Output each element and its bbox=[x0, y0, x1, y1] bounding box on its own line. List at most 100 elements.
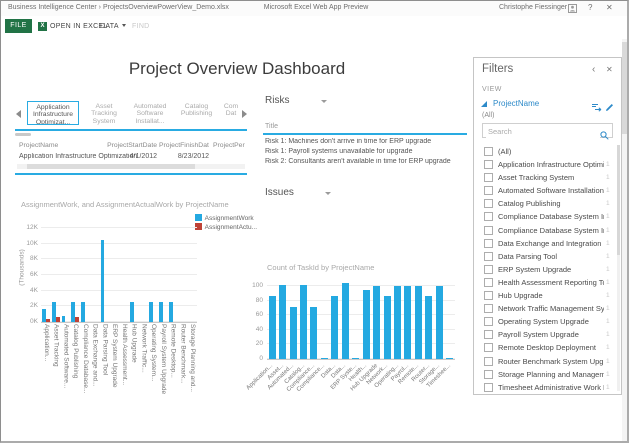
filter-list-scrollbar[interactable] bbox=[617, 145, 620, 391]
collapse-panel-icon[interactable]: ‹ bbox=[592, 64, 595, 75]
filter-checkbox[interactable] bbox=[484, 317, 493, 326]
tile-catalog-publishing[interactable]: Catalog Publishing bbox=[174, 101, 219, 125]
filter-checkbox[interactable] bbox=[484, 343, 493, 352]
filter-item-label[interactable]: Automated Software Installation bbox=[498, 186, 604, 195]
issues-header[interactable]: Issues bbox=[265, 187, 294, 198]
filter-item-label[interactable]: Application Infrastructure Optimization bbox=[498, 160, 604, 169]
tile-strip-scrollbar[interactable] bbox=[15, 133, 31, 136]
filter-checkbox[interactable] bbox=[484, 173, 493, 182]
table-horizontal-scrollbar[interactable] bbox=[17, 164, 245, 169]
filter-checkbox[interactable] bbox=[484, 278, 493, 287]
filter-item[interactable]: Data Exchange and Integration1 bbox=[474, 237, 617, 250]
filter-item-label[interactable]: Health Assessment Reporting Tool bbox=[498, 278, 604, 287]
filter-item[interactable]: Storage Planning and Management1 bbox=[474, 368, 617, 381]
filter-item-label[interactable]: Payroll System Upgrade bbox=[498, 330, 604, 339]
user-profile-icon[interactable] bbox=[568, 4, 577, 16]
filter-item-label[interactable]: Operating System Upgrade bbox=[498, 317, 604, 326]
chevron-down-icon[interactable] bbox=[321, 100, 327, 103]
filter-item[interactable]: Asset Tracking System1 bbox=[474, 171, 617, 184]
filter-item[interactable]: Application Infrastructure Optimization1 bbox=[474, 158, 617, 171]
column-header-projectname[interactable]: ProjectName bbox=[19, 142, 105, 149]
expand-filter-icon[interactable] bbox=[481, 101, 487, 107]
risks-header[interactable]: Risks bbox=[265, 95, 289, 106]
user-name[interactable]: Christophe Fiessinger bbox=[499, 4, 561, 11]
filter-item[interactable]: ERP System Upgrade1 bbox=[474, 263, 617, 276]
filter-item[interactable]: Catalog Publishing1 bbox=[474, 197, 617, 210]
file-menu-button[interactable]: FILE bbox=[5, 19, 32, 33]
filter-item[interactable]: Compliance Database System Implementatio… bbox=[474, 224, 617, 237]
filter-item-label[interactable]: Data Parsing Tool bbox=[498, 252, 604, 261]
filter-item[interactable]: Data Parsing Tool1 bbox=[474, 250, 617, 263]
filter-field-projectname[interactable]: ProjectName bbox=[493, 99, 539, 108]
tile-asset-tracking[interactable]: Asset Tracking System bbox=[83, 101, 125, 125]
tile-automated-software[interactable]: Automated Software Installat... bbox=[128, 101, 172, 125]
tile-scroll-right-icon[interactable] bbox=[242, 110, 247, 118]
tile-compliance-database[interactable]: Com Dat bbox=[221, 101, 241, 125]
help-icon[interactable]: ? bbox=[588, 3, 592, 13]
filter-item-label[interactable]: Router Benchmark System Upgrade bbox=[498, 357, 604, 366]
filter-item[interactable]: Hub Upgrade1 bbox=[474, 289, 617, 302]
filter-scrollbar-thumb[interactable] bbox=[617, 145, 620, 255]
filter-item[interactable]: Compliance Database System Implementatio… bbox=[474, 210, 617, 223]
open-in-excel-button[interactable]: OPEN IN EXCEL bbox=[50, 23, 108, 30]
filter-checkbox[interactable] bbox=[484, 239, 493, 248]
filter-checkbox[interactable] bbox=[484, 330, 493, 339]
filter-checkbox[interactable] bbox=[484, 147, 493, 156]
filter-item-label[interactable]: ERP System Upgrade bbox=[498, 265, 604, 274]
filter-checkbox[interactable] bbox=[484, 291, 493, 300]
risks-column-header[interactable]: Title bbox=[265, 123, 278, 130]
column-header-projectfinishdate[interactable]: ProjectFinishDate bbox=[159, 142, 209, 149]
filter-checkbox[interactable] bbox=[484, 199, 493, 208]
filter-item-label[interactable]: Compliance Database System Implementatio… bbox=[498, 226, 604, 235]
filter-item-label[interactable]: Asset Tracking System bbox=[498, 173, 604, 182]
filter-checkbox[interactable] bbox=[484, 383, 493, 392]
search-input[interactable] bbox=[486, 125, 600, 138]
filter-item-label[interactable]: Data Exchange and Integration bbox=[498, 239, 604, 248]
edit-filter-icon[interactable] bbox=[605, 99, 614, 117]
filter-item-label[interactable]: Timesheet Administrative Work Items bbox=[498, 383, 604, 392]
filter-checkbox[interactable] bbox=[484, 304, 493, 313]
tile-application-infrastructure[interactable]: Application Infrastructure Optimizat... bbox=[27, 101, 79, 125]
assignment-work-chart[interactable]: AssignmentWork, and AssignmentActualWork… bbox=[15, 198, 261, 400]
filter-item[interactable]: Router Benchmark System Upgrade1 bbox=[474, 355, 617, 368]
search-icon[interactable] bbox=[600, 127, 609, 145]
filter-item-label[interactable]: Catalog Publishing bbox=[498, 199, 604, 208]
filter-checkbox[interactable] bbox=[484, 252, 493, 261]
data-menu[interactable]: DATA bbox=[100, 23, 126, 30]
filter-item[interactable]: (All) bbox=[474, 145, 617, 158]
filter-checkbox[interactable] bbox=[484, 160, 493, 169]
filter-checkbox[interactable] bbox=[484, 265, 493, 274]
filter-checkbox[interactable] bbox=[484, 370, 493, 379]
filter-checkbox[interactable] bbox=[484, 226, 493, 235]
filter-item-label[interactable]: Remote Desktop Deployment bbox=[498, 343, 604, 352]
table-cell-finishdate[interactable]: 8/23/2012 bbox=[159, 153, 209, 160]
filter-item[interactable]: Remote Desktop Deployment1 bbox=[474, 341, 617, 354]
table-cell-startdate[interactable]: 4/1/2012 bbox=[107, 153, 157, 160]
chevron-down-icon[interactable] bbox=[325, 192, 331, 195]
filter-item[interactable]: Timesheet Administrative Work Items1 bbox=[474, 381, 617, 394]
close-panel-icon[interactable]: ✕ bbox=[606, 65, 613, 74]
filter-item[interactable]: Payroll System Upgrade1 bbox=[474, 328, 617, 341]
page-scrollbar-thumb[interactable] bbox=[622, 42, 628, 134]
tile-scroll-left-icon[interactable] bbox=[16, 110, 21, 118]
filter-item[interactable]: Network Traffic Management System Upgrad… bbox=[474, 302, 617, 315]
table-scrollbar-thumb[interactable] bbox=[27, 164, 195, 169]
filter-item-label[interactable]: Storage Planning and Management bbox=[498, 370, 604, 379]
filter-item-label[interactable]: (All) bbox=[498, 147, 604, 156]
column-header-projectpercent[interactable]: ProjectPercentC bbox=[213, 142, 245, 149]
advanced-filter-mode-icon[interactable] bbox=[591, 99, 602, 117]
filter-checkbox[interactable] bbox=[484, 186, 493, 195]
breadcrumb-root-link[interactable]: Business Intelligence Center bbox=[8, 4, 97, 11]
column-header-projectstartdate[interactable]: ProjectStartDate bbox=[107, 142, 157, 149]
filter-checkbox[interactable] bbox=[484, 357, 493, 366]
filter-item-label[interactable]: Compliance Database System Implementatio… bbox=[498, 212, 604, 221]
filter-item[interactable]: Automated Software Installation1 bbox=[474, 184, 617, 197]
filter-checkbox[interactable] bbox=[484, 212, 493, 221]
filter-item[interactable]: Operating System Upgrade1 bbox=[474, 315, 617, 328]
filter-item[interactable]: Health Assessment Reporting Tool1 bbox=[474, 276, 617, 289]
page-vertical-scrollbar[interactable] bbox=[622, 39, 628, 442]
close-icon[interactable]: ✕ bbox=[606, 3, 613, 13]
filter-item-label[interactable]: Network Traffic Management System Upgrad… bbox=[498, 304, 604, 313]
filter-item-label[interactable]: Hub Upgrade bbox=[498, 291, 604, 300]
task-count-chart[interactable]: Count of TaskId by ProjectName 020406080… bbox=[251, 247, 467, 422]
